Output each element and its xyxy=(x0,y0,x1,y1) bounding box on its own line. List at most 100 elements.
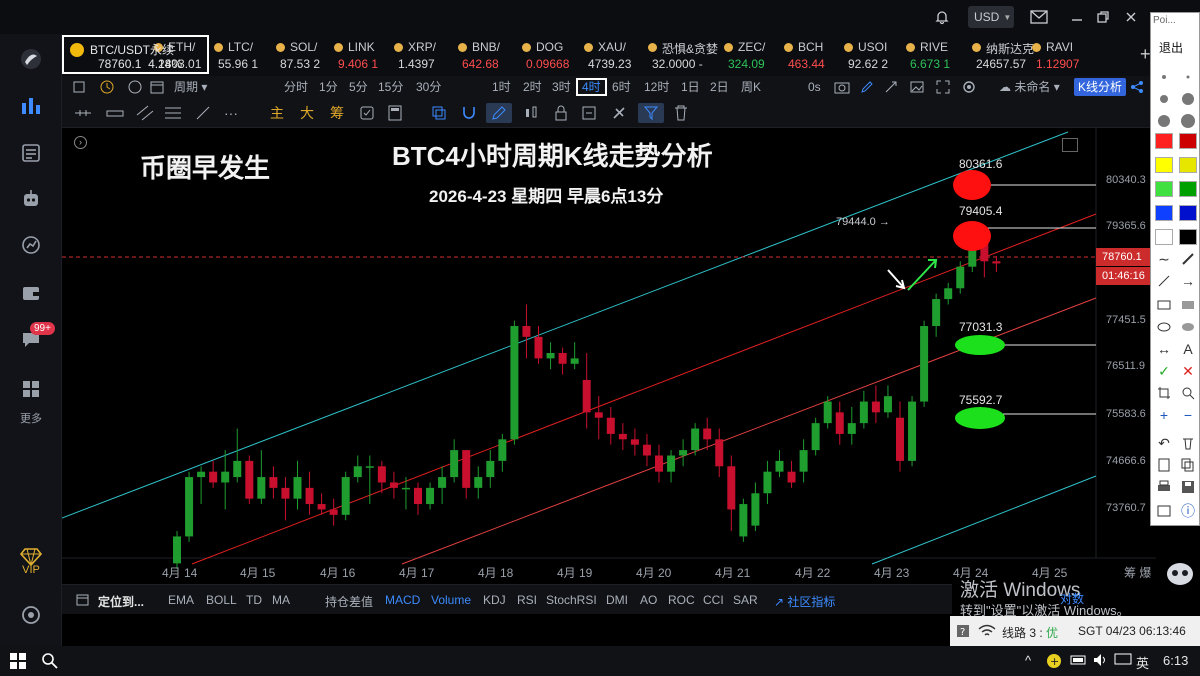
ticker-btc-usdt[interactable]: BTC/USDT永续 78760.1 4.18% xyxy=(62,35,209,74)
line-icon[interactable] xyxy=(1155,272,1173,290)
close-icon[interactable] xyxy=(1124,6,1138,28)
analysis-icon[interactable] xyxy=(17,232,45,258)
period-dropdown[interactable]: 周期 ▾ xyxy=(174,78,207,96)
crop-icon[interactable] xyxy=(1155,384,1173,402)
check-icon[interactable]: ✓ xyxy=(1155,362,1173,380)
community-indicators-link[interactable]: ↗ 社区指标 xyxy=(774,593,835,610)
image-icon[interactable] xyxy=(910,78,924,96)
share-icon[interactable] xyxy=(1130,78,1144,96)
color-swatch[interactable] xyxy=(1179,229,1197,245)
calculator-icon[interactable] xyxy=(384,103,406,123)
currency-select[interactable]: USD ▼ xyxy=(968,6,1014,28)
cross-icon[interactable]: ✕ xyxy=(1179,362,1197,380)
countdown-value[interactable]: 0s xyxy=(808,78,821,96)
large-dot-icon[interactable] xyxy=(1179,90,1197,108)
app-logo-icon[interactable] xyxy=(17,46,45,72)
ticker-item[interactable]: XAU/4739.23 xyxy=(582,38,654,72)
help-icon[interactable]: ? xyxy=(956,624,970,641)
color-swatch[interactable] xyxy=(1179,205,1197,221)
fullscreen-icon[interactable] xyxy=(936,78,950,96)
calendar-icon[interactable] xyxy=(150,78,164,96)
bell-icon[interactable] xyxy=(934,6,950,28)
color-swatch[interactable] xyxy=(1155,205,1173,221)
filled-rectangle-icon[interactable] xyxy=(1179,296,1197,314)
indicator-ema[interactable]: EMA xyxy=(168,593,194,607)
undo-icon[interactable]: ↶ xyxy=(1155,434,1173,452)
log-scale-toggle[interactable]: 对数 xyxy=(1060,590,1084,607)
chart-corner-icon[interactable] xyxy=(1062,138,1078,152)
lock-icon[interactable] xyxy=(550,103,572,123)
draw-pen-icon[interactable] xyxy=(486,103,512,123)
filled-ellipse-icon[interactable] xyxy=(1179,318,1197,336)
chip-explode-label[interactable]: 筹 爆 xyxy=(1124,564,1151,581)
search-icon[interactable] xyxy=(42,653,58,672)
indicator-roc[interactable]: ROC xyxy=(668,593,695,607)
gear-icon[interactable] xyxy=(962,78,976,96)
chip-button[interactable]: 筹 xyxy=(326,103,348,123)
delete-icon[interactable] xyxy=(1179,434,1197,452)
indicator-ma[interactable]: MA xyxy=(272,593,290,607)
restore-icon[interactable] xyxy=(1096,6,1110,28)
tf-5m[interactable]: 5分 xyxy=(349,78,368,96)
brush-icon[interactable] xyxy=(1179,250,1197,268)
mail-icon[interactable] xyxy=(1030,6,1048,28)
fib-icon[interactable] xyxy=(162,103,184,123)
indicator-rsi[interactable]: RSI xyxy=(517,593,537,607)
indicator-kdj[interactable]: KDJ xyxy=(483,593,506,607)
note-icon[interactable] xyxy=(578,103,600,123)
clock-icon[interactable] xyxy=(100,78,114,96)
tf-4h-active[interactable]: 4时 xyxy=(576,78,607,96)
taskbar-clock[interactable]: 6:13 xyxy=(1163,653,1188,668)
xxl-dot-icon[interactable] xyxy=(1179,112,1197,130)
color-swatch[interactable] xyxy=(1155,229,1173,245)
tf-1d[interactable]: 1日 xyxy=(681,78,700,96)
save-icon[interactable] xyxy=(1179,478,1197,496)
indicator-stochrsi[interactable]: StochRSI xyxy=(546,593,597,607)
main-indicator-button[interactable]: 主 xyxy=(266,103,288,123)
camera-icon[interactable] xyxy=(834,78,850,96)
ticker-item[interactable]: 恐惧&贪婪 32.0000 - xyxy=(646,38,718,72)
tiny-dot-icon[interactable] xyxy=(1179,68,1197,86)
text-tool-icon[interactable]: A xyxy=(1179,340,1197,358)
tf-15m[interactable]: 15分 xyxy=(378,78,403,96)
layout-dropdown[interactable]: ☁ 未命名 ▾ xyxy=(999,78,1060,96)
tf-6h[interactable]: 6时 xyxy=(612,78,631,96)
sync-icon[interactable] xyxy=(72,78,86,96)
medium-dot-icon[interactable] xyxy=(1155,90,1173,108)
expand-icon[interactable] xyxy=(884,78,898,96)
calendar-small-icon[interactable] xyxy=(76,593,89,609)
news-icon[interactable] xyxy=(17,140,45,166)
ime-language[interactable]: 英 xyxy=(1136,653,1149,672)
ticker-item[interactable]: RIVE 6.673 1 xyxy=(904,38,976,72)
settings-gear-icon[interactable] xyxy=(17,602,45,628)
trash-icon[interactable] xyxy=(670,103,692,123)
exit-button[interactable]: 退出 xyxy=(1159,39,1183,56)
windows-start-icon[interactable] xyxy=(10,653,26,672)
robot-icon[interactable] xyxy=(17,186,45,212)
color-swatch[interactable] xyxy=(1179,181,1197,197)
more-tools-icon[interactable]: ··· xyxy=(220,103,242,123)
locate-button[interactable]: 定位到... xyxy=(98,593,144,610)
big-order-button[interactable]: 大 xyxy=(296,103,318,123)
parallel-channel-icon[interactable] xyxy=(134,103,156,123)
kline-chart[interactable]: › 币圈早发生 BTC4小时周期K线走势分析 2026-4-23 星期四 早晨6… xyxy=(62,128,1156,584)
tf-30m[interactable]: 30分 xyxy=(416,78,441,96)
tf-2h[interactable]: 2时 xyxy=(523,78,542,96)
volume-icon[interactable] xyxy=(1093,653,1109,670)
plus-icon[interactable]: + xyxy=(1155,406,1173,424)
candle-style-icon[interactable] xyxy=(520,103,542,123)
color-swatch[interactable] xyxy=(1155,133,1173,149)
color-swatch[interactable] xyxy=(1155,181,1173,197)
tf-week[interactable]: 周K xyxy=(741,78,761,96)
indicator-ao[interactable]: AO xyxy=(640,593,657,607)
indicator-cci[interactable]: CCI xyxy=(703,593,724,607)
ticker-item[interactable]: RAVI 1.12907 xyxy=(1030,38,1102,72)
hide-drawings-icon[interactable] xyxy=(608,103,630,123)
print-icon[interactable] xyxy=(1155,478,1173,496)
indicator-sar[interactable]: SAR xyxy=(733,593,758,607)
vip-label[interactable]: VIP xyxy=(0,564,62,576)
copy-icon[interactable] xyxy=(356,103,378,123)
add-ticker-icon[interactable]: + xyxy=(1140,44,1151,65)
tf-1h[interactable]: 1时 xyxy=(492,78,511,96)
curve-icon[interactable]: ∼ xyxy=(1155,250,1173,268)
